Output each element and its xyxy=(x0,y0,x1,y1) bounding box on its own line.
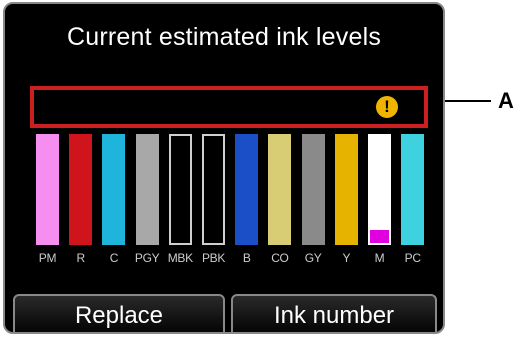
ink-level-fill xyxy=(71,136,91,243)
screen-title: Current estimated ink levels xyxy=(66,22,382,51)
ink-level-fill xyxy=(336,136,356,243)
ink-level-fill xyxy=(204,136,223,243)
callout-label-a: A xyxy=(498,88,514,113)
ink-level-fill xyxy=(303,136,323,243)
ink-level-fill xyxy=(270,136,290,243)
ink-tank-mbk xyxy=(168,134,192,245)
ink-label: PC xyxy=(404,251,421,265)
ink-warning-message-area: ! xyxy=(30,86,428,128)
ink-level-fill xyxy=(370,230,389,243)
ink-tank-pc xyxy=(401,134,425,245)
ink-level-fill xyxy=(170,136,190,243)
ink-level-gauges: PM R C PGY MBK PBK B CO GY Y M PC xyxy=(30,130,430,270)
ink-tank-c xyxy=(102,134,126,245)
ink-tank-y xyxy=(334,134,358,245)
ink-tank-pbk xyxy=(202,134,225,245)
exclamation-warning-icon: ! xyxy=(376,96,398,118)
ink-level-fill xyxy=(237,136,257,243)
callout-line xyxy=(445,100,491,102)
ink-tank-pgy xyxy=(135,134,159,245)
ink-tank-co xyxy=(268,134,292,245)
ink-level-fill xyxy=(403,136,423,243)
ink-tank-gy xyxy=(301,134,325,245)
ink-number-button[interactable]: Ink number xyxy=(231,294,437,332)
ink-tank-b xyxy=(235,134,259,245)
ink-level-fill xyxy=(104,136,124,243)
ink-tank-r xyxy=(69,134,93,245)
ink-level-fill xyxy=(137,136,157,243)
ink-tank-pm xyxy=(36,134,59,245)
ink-tank-m xyxy=(368,134,391,245)
ink-level-fill xyxy=(38,136,57,243)
printer-lcd-screen: Current estimated ink levels ! PM R C PGY MB… xyxy=(3,2,445,334)
replace-button[interactable]: Replace xyxy=(13,294,225,332)
